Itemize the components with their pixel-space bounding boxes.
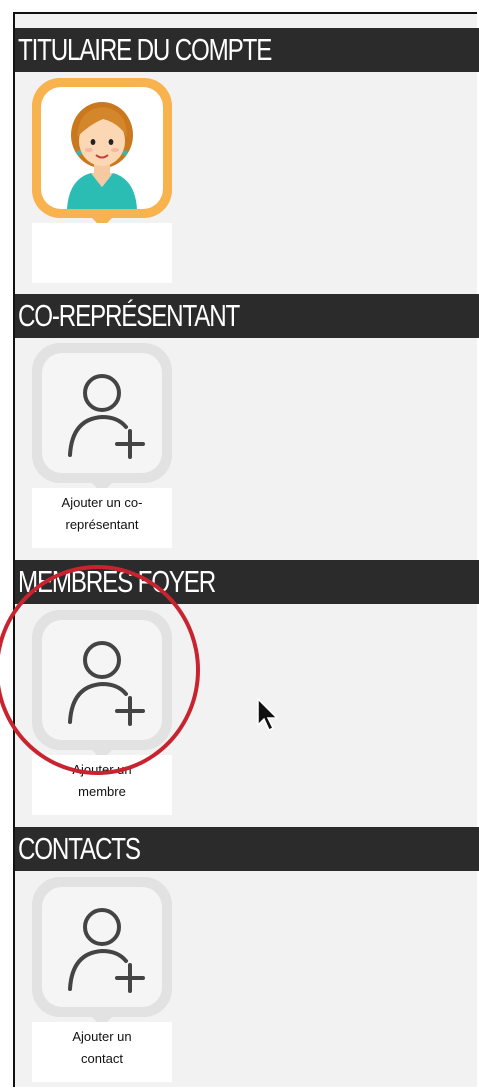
section-header-account-holder: TITULAIRE DU COMPTE — [15, 28, 479, 72]
caption-line: Ajouter un co- — [61, 495, 143, 510]
account-holder-tile[interactable] — [32, 78, 172, 218]
caption-line: Ajouter un — [72, 1029, 132, 1044]
account-panel: TITULAIRE DU COMPTE CO-REPRÉSENTANT Ajou… — [13, 12, 479, 1087]
caption-line: représentant — [65, 517, 139, 532]
add-contact-caption[interactable]: Ajouter un contact — [32, 1022, 172, 1082]
add-user-icon — [68, 374, 145, 459]
add-co-representative-tile[interactable] — [32, 343, 172, 483]
section-title: TITULAIRE DU COMPTE — [18, 32, 272, 67]
section-header-co-representative: CO-REPRÉSENTANT — [15, 294, 479, 338]
add-co-representative-caption[interactable]: Ajouter un co- représentant — [32, 488, 172, 548]
section-title: CONTACTS — [18, 831, 141, 866]
caption-line: membre — [78, 784, 126, 799]
add-contact-tile[interactable] — [32, 877, 172, 1017]
add-user-icon — [68, 908, 145, 993]
highlight-circle-annotation — [0, 565, 200, 775]
section-title: CO-REPRÉSENTANT — [18, 298, 240, 333]
account-holder-caption — [32, 223, 172, 283]
caption-line: contact — [81, 1051, 123, 1066]
section-header-contacts: CONTACTS — [15, 827, 479, 871]
female-avatar-icon — [67, 102, 137, 209]
mouse-pointer-icon — [257, 697, 279, 732]
